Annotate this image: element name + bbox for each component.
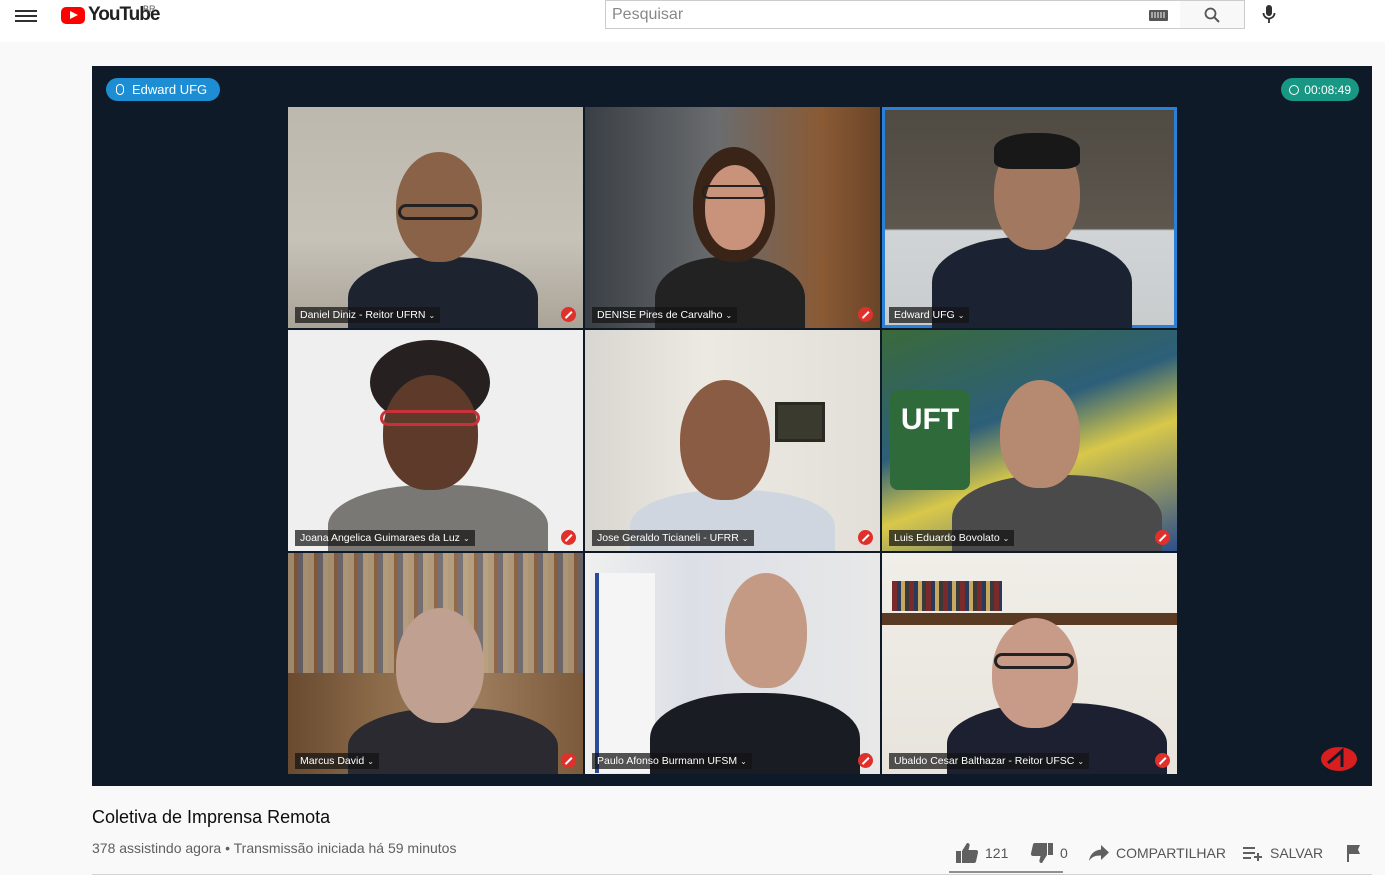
timer-value: 00:08:49 — [1304, 82, 1351, 97]
participant-figure — [992, 618, 1078, 728]
add-to-playlist-icon — [1243, 847, 1262, 861]
glasses — [380, 410, 480, 426]
active-speaker-name: Edward UFG — [132, 82, 208, 97]
share-icon — [1089, 845, 1109, 861]
muted-mic-icon — [858, 753, 873, 768]
university-flag — [595, 573, 655, 773]
participant-tile: Daniel Diniz - Reitor UFRN ⌄ — [288, 107, 583, 328]
muted-mic-icon — [1155, 753, 1170, 768]
participant-figure — [725, 573, 807, 688]
glasses — [398, 204, 478, 220]
participant-tile: Jose Geraldo Ticianeli - UFRR ⌄ — [585, 330, 880, 551]
thumbs-up-icon — [956, 843, 979, 863]
glasses — [994, 653, 1074, 669]
thumbs-down-icon — [1030, 843, 1053, 863]
share-label: COMPARTILHAR — [1116, 845, 1226, 861]
top-bar: YouTube BR — [0, 0, 1385, 42]
participant-figure — [680, 380, 770, 500]
flag-icon — [1347, 845, 1360, 862]
video-meta: 378 assistindo agora • Transmissão inici… — [92, 840, 457, 856]
like-button[interactable]: 121 — [955, 838, 1008, 868]
search-box — [605, 0, 1181, 29]
share-button[interactable]: COMPARTILHAR — [1088, 838, 1226, 868]
participant-figure — [1000, 380, 1080, 488]
muted-mic-icon — [561, 530, 576, 545]
flag-frame — [775, 402, 825, 442]
muted-mic-icon — [858, 307, 873, 322]
muted-mic-icon — [561, 307, 576, 322]
participant-tile: DENISE Pires de Carvalho ⌄ — [585, 107, 880, 328]
participant-figure — [994, 133, 1080, 169]
participant-name[interactable]: Edward UFG ⌄ — [889, 307, 970, 323]
report-button[interactable] — [1345, 838, 1363, 868]
participant-name[interactable]: Ubaldo Cesar Balthazar - Reitor UFSC ⌄ — [889, 753, 1090, 769]
participant-figure — [383, 375, 478, 490]
search-button[interactable] — [1180, 0, 1245, 29]
participant-tile: Ubaldo Cesar Balthazar - Reitor UFSC ⌄ — [882, 553, 1177, 774]
participant-grid: Daniel Diniz - Reitor UFRN ⌄ DENISE Pires… — [288, 107, 1177, 774]
broadcaster-logo-icon — [1321, 747, 1357, 771]
meeting-timer: 00:08:49 — [1281, 78, 1359, 101]
like-count: 121 — [985, 845, 1009, 861]
save-button[interactable]: SALVAR — [1242, 838, 1323, 868]
save-label: SALVAR — [1270, 845, 1324, 861]
muted-mic-icon — [561, 753, 576, 768]
microphone-icon — [1262, 5, 1276, 23]
dislike-button[interactable]: 0 — [1030, 838, 1068, 868]
participant-name[interactable]: Joana Angelica Guimaraes da Luz ⌄ — [295, 530, 475, 546]
video-title: Coletiva de Imprensa Remota — [92, 807, 331, 827]
keyboard-icon[interactable] — [1149, 10, 1168, 21]
muted-mic-icon — [1155, 530, 1170, 545]
microphone-icon — [116, 84, 124, 95]
participant-tile: Joana Angelica Guimaraes da Luz ⌄ — [288, 330, 583, 551]
muted-mic-icon — [858, 530, 873, 545]
region-code: BR — [143, 4, 156, 14]
participant-name[interactable]: Paulo Afonso Burmann UFSM ⌄ — [592, 753, 752, 769]
uft-sign: UFT — [890, 390, 970, 490]
voice-search-button[interactable] — [1257, 2, 1281, 26]
participant-tile: Paulo Afonso Burmann UFSM ⌄ — [585, 553, 880, 774]
participant-name[interactable]: Daniel Diniz - Reitor UFRN ⌄ — [295, 307, 441, 323]
participant-name[interactable]: DENISE Pires de Carvalho ⌄ — [592, 307, 738, 323]
search-input[interactable] — [606, 1, 1136, 28]
participant-tile: UFT Luis Eduardo Bovolato ⌄ — [882, 330, 1177, 551]
youtube-play-icon — [61, 6, 85, 24]
dislike-count: 0 — [1060, 845, 1068, 861]
participant-name[interactable]: Jose Geraldo Ticianeli - UFRR ⌄ — [592, 530, 754, 546]
participant-name[interactable]: Luis Eduardo Bovolato ⌄ — [889, 530, 1015, 546]
bookshelf — [892, 581, 1002, 611]
glasses — [702, 185, 768, 199]
participant-name[interactable]: Marcus David ⌄ — [295, 753, 379, 769]
clock-icon — [1289, 84, 1300, 95]
active-speaker-badge: Edward UFG — [106, 78, 221, 101]
search-icon — [1204, 7, 1220, 23]
video-player[interactable]: Edward UFG 00:08:49 Daniel Diniz - Reito… — [92, 66, 1372, 786]
participant-figure — [396, 608, 484, 723]
menu-icon[interactable] — [15, 7, 37, 23]
like-ratio-bar — [949, 871, 1063, 873]
participant-tile: Marcus David ⌄ — [288, 553, 583, 774]
participant-figure — [705, 165, 765, 250]
participant-tile-active: Edward UFG ⌄ — [882, 107, 1177, 328]
